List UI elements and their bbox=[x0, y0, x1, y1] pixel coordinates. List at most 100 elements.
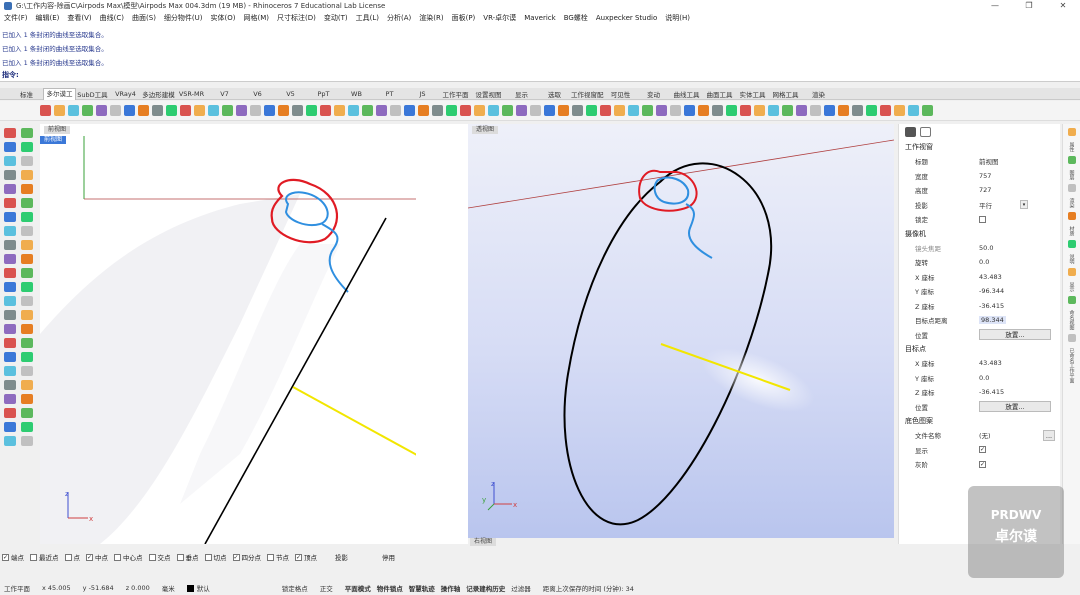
prop-projection-value[interactable]: 平行 bbox=[979, 200, 992, 210]
panel-tab-label[interactable]: 说明 bbox=[1067, 254, 1077, 264]
tab-12[interactable]: JS bbox=[406, 90, 439, 98]
tab-16[interactable]: 选取 bbox=[538, 89, 571, 99]
menu-bg[interactable]: BG螺栓 bbox=[564, 13, 588, 23]
toolbar-tool-icon[interactable] bbox=[684, 105, 695, 116]
prop-rotation-value[interactable]: 0.0 bbox=[979, 258, 989, 266]
panel-tab-icon[interactable] bbox=[1067, 268, 1076, 276]
prop-camera-x-value[interactable]: 43.483 bbox=[979, 273, 1002, 281]
tab-0[interactable]: 标准 bbox=[10, 89, 43, 99]
viewport-tab-front-active[interactable]: 前视图 bbox=[40, 136, 67, 144]
status-toggle[interactable]: 记录建构历史 bbox=[466, 583, 505, 593]
left-tool-icon[interactable] bbox=[4, 212, 16, 222]
toolbar-tool-icon[interactable] bbox=[460, 105, 471, 116]
osnap-checkbox[interactable] bbox=[267, 553, 274, 561]
osnap-option[interactable]: 垂点 bbox=[176, 552, 199, 562]
tab-10[interactable]: WB bbox=[340, 90, 373, 98]
menu-panels[interactable]: 面板(P) bbox=[452, 13, 476, 23]
viewport-tab-perspective[interactable]: 透视图 bbox=[472, 126, 499, 134]
left-tool-icon[interactable] bbox=[21, 254, 33, 264]
menu-curve[interactable]: 曲线(C) bbox=[100, 13, 124, 23]
toolbar-tool-icon[interactable] bbox=[306, 105, 317, 116]
toolbar-tool-icon[interactable] bbox=[866, 105, 877, 116]
tab-18[interactable]: 可见性 bbox=[604, 89, 637, 99]
toolbar-tool-icon[interactable] bbox=[376, 105, 387, 116]
toolbar-tool-icon[interactable] bbox=[82, 105, 93, 116]
toolbar-tool-icon[interactable] bbox=[558, 105, 569, 116]
toolbar-tool-icon[interactable] bbox=[698, 105, 709, 116]
minimize-button[interactable]: — bbox=[978, 0, 1012, 12]
tab-7[interactable]: V6 bbox=[241, 90, 274, 98]
prop-target-x-value[interactable]: 43.483 bbox=[979, 359, 1002, 367]
menu-maverick[interactable]: Maverick bbox=[524, 14, 556, 22]
toolbar-tool-icon[interactable] bbox=[838, 105, 849, 116]
toolbar-tool-icon[interactable] bbox=[166, 105, 177, 116]
left-tool-icon[interactable] bbox=[21, 422, 33, 432]
osnap-checkbox[interactable] bbox=[204, 553, 212, 561]
toolbar-tool-icon[interactable] bbox=[96, 105, 107, 116]
toolbar-tool-icon[interactable] bbox=[418, 105, 429, 116]
tab-4[interactable]: 多边形建模 bbox=[142, 89, 175, 99]
chevron-down-icon[interactable]: ▾ bbox=[1020, 200, 1028, 210]
toolbar-tool-icon[interactable] bbox=[530, 105, 541, 116]
panel-tab-icon[interactable] bbox=[1067, 240, 1076, 248]
toolbar-tool-icon[interactable] bbox=[908, 105, 919, 116]
yellow-line[interactable] bbox=[292, 386, 416, 471]
toolbar-tool-icon[interactable] bbox=[180, 105, 191, 116]
prop-target-y-value[interactable]: 0.0 bbox=[979, 374, 989, 382]
left-tool-icon[interactable] bbox=[4, 198, 16, 208]
prop-height-value[interactable]: 727 bbox=[979, 186, 991, 194]
camera-icon[interactable] bbox=[905, 127, 916, 137]
left-tool-icon[interactable] bbox=[4, 310, 16, 320]
left-tool-icon[interactable] bbox=[4, 408, 16, 418]
toolbar-tool-icon[interactable] bbox=[278, 105, 289, 116]
left-tool-icon[interactable] bbox=[21, 380, 33, 390]
prop-camera-z-value[interactable]: -36.415 bbox=[979, 302, 1004, 310]
menu-edit[interactable]: 编辑(E) bbox=[36, 13, 60, 23]
status-toggle[interactable]: 锁定格点 bbox=[282, 583, 308, 593]
page-icon[interactable] bbox=[920, 127, 931, 137]
tab-5[interactable]: VSR-MR bbox=[175, 90, 208, 98]
toolbar-tool-icon[interactable] bbox=[572, 105, 583, 116]
toolbar-tool-icon[interactable] bbox=[726, 105, 737, 116]
toolbar-tool-icon[interactable] bbox=[320, 105, 331, 116]
osnap-checkbox[interactable] bbox=[30, 553, 37, 561]
tab-24[interactable]: 渲染 bbox=[802, 89, 835, 99]
menu-surface[interactable]: 曲面(S) bbox=[132, 13, 156, 23]
status-toggle[interactable]: 智慧轨迹 bbox=[409, 583, 435, 593]
place-target-button[interactable]: 放置... bbox=[979, 401, 1051, 413]
prop-lens-value[interactable]: 50.0 bbox=[979, 244, 993, 252]
toolbar-tool-icon[interactable] bbox=[404, 105, 415, 116]
prop-width-value[interactable]: 757 bbox=[979, 172, 991, 180]
toolbar-tool-icon[interactable] bbox=[824, 105, 835, 116]
lock-checkbox[interactable] bbox=[979, 215, 986, 223]
viewport-tab-front[interactable]: 前视图 bbox=[44, 126, 71, 134]
tab-22[interactable]: 实体工具 bbox=[736, 89, 769, 99]
toolbar-tool-icon[interactable] bbox=[516, 105, 527, 116]
left-tool-icon[interactable] bbox=[4, 366, 16, 376]
osnap-option[interactable]: 中心点 bbox=[114, 552, 143, 562]
toolbar-tool-icon[interactable] bbox=[40, 105, 51, 116]
toolbar-tool-icon[interactable] bbox=[796, 105, 807, 116]
blue-curve[interactable] bbox=[653, 176, 713, 259]
tab-13[interactable]: 工作平面 bbox=[439, 89, 472, 99]
osnap-extra-option[interactable]: 停用 bbox=[382, 552, 395, 562]
toolbar-tool-icon[interactable] bbox=[544, 105, 555, 116]
osnap-option[interactable]: 最近点 bbox=[30, 552, 59, 562]
osnap-option[interactable]: ✓ 端点 bbox=[2, 552, 24, 562]
left-tool-icon[interactable] bbox=[21, 366, 33, 376]
toolbar-tool-icon[interactable] bbox=[614, 105, 625, 116]
left-tool-icon[interactable] bbox=[4, 282, 16, 292]
left-tool-icon[interactable] bbox=[21, 436, 33, 446]
panel-tab-label[interactable]: 材质 bbox=[1067, 226, 1077, 236]
browse-button[interactable]: ... bbox=[1043, 429, 1055, 441]
osnap-option[interactable]: 切点 bbox=[204, 552, 227, 562]
toolbar-tool-icon[interactable] bbox=[334, 105, 345, 116]
left-tool-icon[interactable] bbox=[4, 268, 16, 278]
prop-camera-y-value[interactable]: -96.344 bbox=[979, 287, 1004, 295]
panel-tab-icon[interactable] bbox=[1067, 334, 1076, 342]
left-tool-icon[interactable] bbox=[4, 352, 16, 362]
show-checkbox[interactable]: ✓ bbox=[979, 446, 986, 454]
status-toggle[interactable]: 正交 bbox=[320, 583, 333, 593]
toolbar-tool-icon[interactable] bbox=[628, 105, 639, 116]
panel-tab-icon[interactable] bbox=[1067, 296, 1076, 304]
